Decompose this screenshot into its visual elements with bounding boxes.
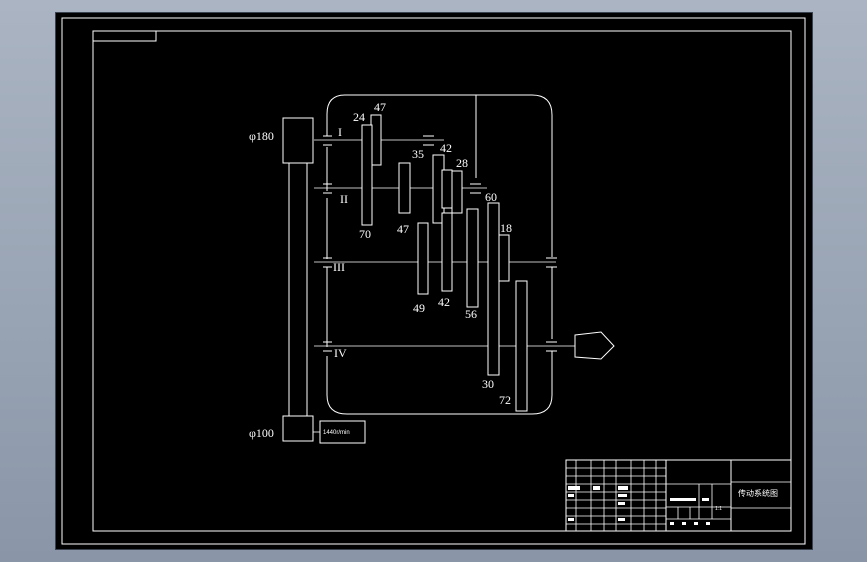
pulley-small — [282, 415, 314, 442]
shaft-label-iii: III — [333, 260, 345, 274]
gear-label-70: 70 — [359, 227, 371, 241]
gear-60-30 — [487, 202, 500, 376]
gear-label-42-low: 42 — [438, 295, 450, 309]
pulley-large — [282, 117, 314, 164]
sheet-border-outer — [61, 17, 806, 545]
gear-18 — [498, 234, 510, 282]
gear-label-56: 56 — [465, 307, 477, 321]
pulley-bottom-label: φ100 — [249, 426, 274, 440]
pulley-top-label: φ180 — [249, 129, 274, 143]
gear-24-70-block — [361, 124, 373, 226]
output-spindle — [574, 331, 615, 360]
gear-label-72: 72 — [499, 393, 511, 407]
gear-28-tab — [451, 170, 463, 214]
gear-label-49: 49 — [413, 301, 425, 315]
belt-drive — [282, 117, 366, 444]
gear-72 — [515, 280, 528, 412]
gear-label-35: 35 — [412, 147, 424, 161]
gear-56 — [466, 208, 479, 308]
gear-label-24: 24 — [353, 110, 365, 124]
gear-47-shaft-ii — [398, 162, 411, 214]
gear-42-shaft-iii — [441, 212, 453, 292]
gear-label-42-top: 42 — [440, 141, 452, 155]
motor-speed-label: 1440r/min — [323, 430, 350, 436]
shaft-label-ii: II — [340, 192, 348, 206]
gears — [361, 114, 528, 412]
gear-label-60: 60 — [485, 190, 497, 204]
drawing-title: 传动系统图 — [738, 488, 778, 498]
gear-label-28: 28 — [456, 156, 468, 170]
gear-28 — [441, 169, 453, 209]
gear-label-30: 30 — [482, 377, 494, 391]
sheet-code-box — [92, 30, 157, 42]
drawing-viewport: φ180 φ100 1440r/min I II III IV 24 47 35… — [56, 13, 812, 549]
gear-label-18: 18 — [500, 221, 512, 235]
scale-label: 1:1 — [715, 506, 722, 512]
gear-label-47-top: 47 — [374, 100, 386, 114]
gear-label-47-mid: 47 — [397, 222, 409, 236]
transmission-diagram: φ180 φ100 1440r/min I II III IV 24 47 35… — [61, 17, 806, 545]
shaft-label-i: I — [338, 125, 342, 139]
shaft-label-iv: IV — [334, 346, 347, 360]
gear-49 — [417, 222, 429, 295]
